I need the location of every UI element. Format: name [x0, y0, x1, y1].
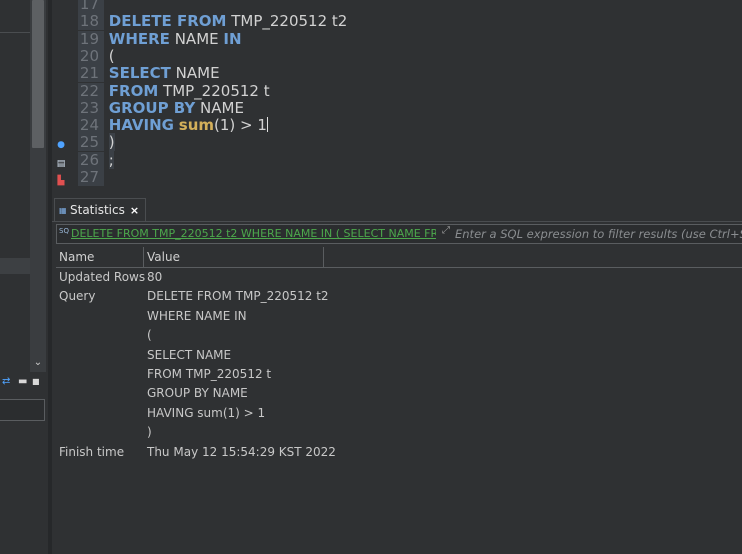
results-panel: ▦ Statistics × SQ DELETE FROM TMP_220512… [52, 196, 742, 554]
line-number: 17 [78, 0, 104, 13]
code-line[interactable]: 22 FROM TMP_220512 t [78, 81, 270, 100]
code-line[interactable]: 26 ; [78, 150, 114, 169]
column-header-name[interactable]: Name [56, 247, 144, 267]
error-marker-icon[interactable]: ▙ [56, 176, 66, 186]
code-line[interactable]: 27 [78, 169, 109, 186]
line-number: 19 [78, 30, 104, 48]
row-value: DELETE FROM TMP_220512 t2 [147, 289, 329, 304]
line-number: 22 [78, 82, 104, 100]
code-line[interactable]: 18 DELETE FROM TMP_220512 t2 [78, 12, 348, 31]
row-value: 80 [147, 270, 163, 284]
code-line[interactable]: 21 SELECT NAME [78, 64, 220, 83]
filter-query-history[interactable]: DELETE FROM TMP_220512 t2 WHERE NAME IN … [71, 226, 436, 242]
sql-keyword: GROUP BY [108, 98, 196, 117]
row-name: Query [59, 289, 96, 304]
sql-text: ( [108, 46, 115, 65]
line-number: 27 [78, 169, 104, 186]
grid-icon: ▦ [59, 205, 67, 215]
code-line[interactable]: 24 HAVING sum(1) > 1 [78, 116, 268, 135]
sql-keyword: IN [223, 29, 242, 48]
tab-label: Statistics [70, 203, 125, 217]
navigator-filter-input[interactable] [0, 399, 45, 421]
sql-editor[interactable]: ● ▤ ▙ 17 18 DELETE FROM TMP_220512 t2 19 … [52, 0, 742, 196]
navigator-selected-row[interactable] [0, 258, 30, 274]
row-value: WHERE NAME IN [147, 308, 247, 323]
row-value: FROM TMP_220512 t [147, 367, 272, 381]
filter-input[interactable]: Enter a SQL expression to filter results… [455, 226, 742, 242]
navigator-toolbar: ⇄ ▬ ■ [0, 372, 48, 394]
line-number: 21 [78, 65, 104, 83]
column-header-value[interactable]: Value [144, 247, 324, 267]
code-line[interactable]: 19 WHERE NAME IN [78, 29, 242, 48]
sql-keyword: WHERE [108, 29, 170, 48]
row-value: GROUP BY NAME [147, 386, 248, 401]
row-name: Finish time [59, 444, 125, 459]
sql-keyword: FROM [108, 81, 159, 100]
sql-text: NAME [195, 98, 244, 117]
code-gap [104, 168, 109, 186]
row-value: Thu May 12 15:54:29 KST 2022 [147, 444, 336, 459]
row-value: SELECT NAME [147, 347, 232, 362]
sql-text: ; [108, 150, 114, 169]
sql-text: TMP_220512 t [158, 81, 270, 100]
panel-divider [0, 32, 30, 33]
sql-keyword: HAVING [108, 116, 174, 135]
sql-text: TMP_220512 t2 [226, 12, 348, 31]
sql-text: NAME [170, 64, 220, 83]
code-line[interactable]: 25 ) [78, 133, 115, 152]
navigator-scroll-thumb[interactable] [32, 0, 44, 148]
grid-header: Name Value [56, 247, 742, 268]
results-tab-bar: ▦ Statistics × [52, 196, 742, 222]
code-line[interactable]: 23 GROUP BY NAME [78, 98, 244, 117]
tab-statistics[interactable]: ▦ Statistics × [54, 198, 147, 221]
sql-keyword: SELECT [108, 64, 171, 83]
filter-bar[interactable]: SQ DELETE FROM TMP_220512 t2 WHERE NAME … [56, 224, 742, 244]
execute-marker-icon[interactable]: ● [56, 140, 66, 150]
sql-keyword: DELETE FROM [108, 12, 227, 31]
code-line[interactable]: 17 [78, 0, 109, 13]
minimize-icon[interactable]: ▬ [18, 376, 27, 388]
code-line[interactable]: 20 ( [78, 46, 115, 65]
expand-icon[interactable]: ⤢ [442, 225, 450, 236]
editor-ruler: ● ▤ ▙ [52, 0, 74, 196]
sync-icon[interactable]: ⇄ [2, 376, 10, 388]
sql-text: NAME [169, 29, 224, 48]
line-number: 25 [78, 134, 104, 152]
row-value: ) [147, 425, 152, 440]
code-gap [104, 0, 109, 13]
row-name: Updated Rows [59, 270, 146, 284]
sql-text: ) [108, 133, 115, 152]
line-number: 18 [78, 13, 104, 31]
sql-function: sum [178, 116, 215, 135]
text-caret [266, 117, 268, 133]
chevron-down-icon[interactable]: ⌄ [30, 356, 46, 370]
line-number: 24 [78, 117, 104, 135]
line-number: 26 [78, 151, 104, 169]
sql-icon: SQ [59, 227, 69, 235]
close-icon[interactable]: × [130, 204, 139, 217]
maximize-icon[interactable]: ■ [32, 376, 40, 388]
row-value: ( [147, 328, 152, 343]
line-number: 23 [78, 99, 104, 117]
document-icon[interactable]: ▤ [56, 159, 66, 169]
sql-text: (1) > 1 [214, 116, 267, 135]
row-value: HAVING sum(1) > 1 [147, 405, 266, 420]
line-number: 20 [78, 47, 104, 65]
navigator-panel: ⌄ ⇄ ▬ ■ [0, 0, 48, 554]
